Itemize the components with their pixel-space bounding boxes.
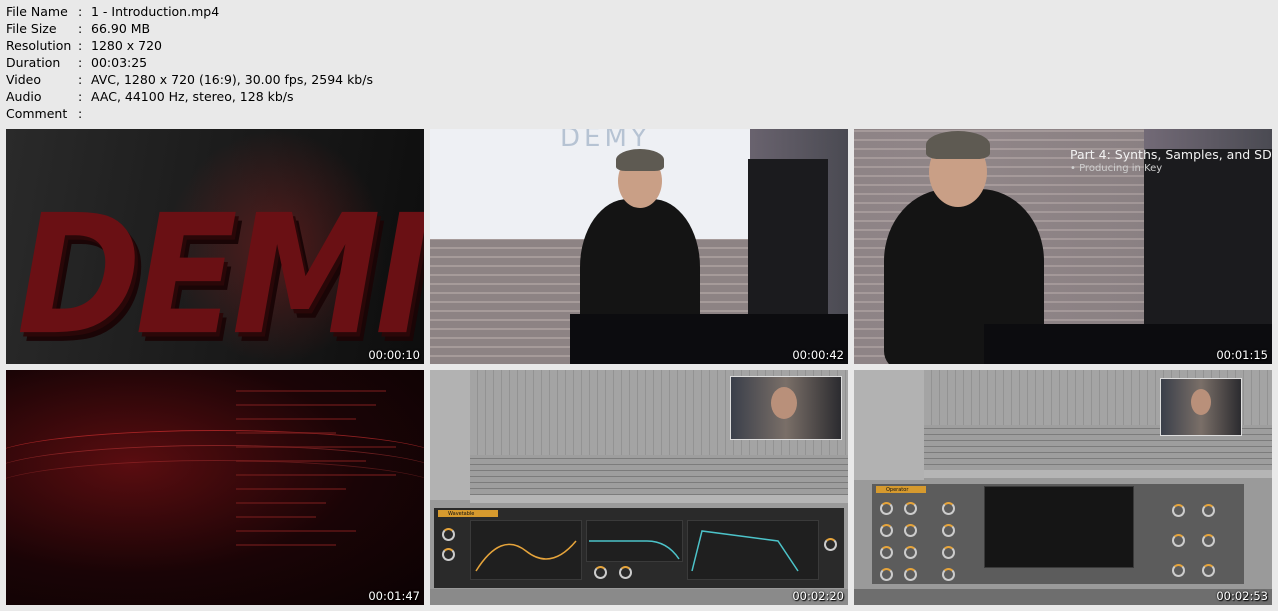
knob[interactable] (619, 566, 632, 579)
envelope-curve (691, 530, 799, 572)
knob[interactable] (942, 502, 955, 515)
wavetable-device: Wavetable (434, 508, 844, 588)
device-name: Operator (886, 487, 909, 493)
timestamp: 00:02:53 (1216, 589, 1268, 603)
resolution-row: Resolution:1280 x 720 (6, 37, 373, 54)
timestamp: 00:00:10 (368, 348, 420, 362)
thumbnail-2[interactable]: DEMY 00:00:42 (430, 129, 848, 364)
separator: : (78, 72, 83, 87)
duration-label: Duration (6, 55, 61, 70)
separator: : (78, 55, 83, 70)
knob[interactable] (904, 568, 917, 581)
knob[interactable] (880, 502, 893, 515)
knob[interactable] (880, 524, 893, 537)
envelope-panel (687, 520, 819, 580)
timestamp: 00:01:47 (368, 589, 420, 603)
webcam-overlay (730, 376, 842, 440)
operator-display (984, 486, 1134, 568)
webcam-overlay (1160, 378, 1242, 436)
knob[interactable] (942, 546, 955, 559)
knob[interactable] (904, 502, 917, 515)
video-value: AVC, 1280 x 720 (16:9), 30.00 fps, 2594 … (91, 72, 373, 87)
timestamp: 00:00:42 (792, 348, 844, 362)
speaker-cabinet (748, 159, 828, 329)
presenter-beanie (926, 131, 990, 159)
knob[interactable] (1172, 564, 1185, 577)
webcam-person (771, 387, 797, 419)
slide-title: Part 4: Synths, Samples, and SD (1070, 147, 1272, 162)
oscillator-panel (470, 520, 582, 580)
slide-subtitle: • Producing in Key (1070, 163, 1163, 174)
duration-value: 00:03:25 (91, 55, 148, 70)
thumbnail-6[interactable]: Operator 00:02:53 (854, 370, 1272, 605)
track-column (430, 370, 470, 500)
speaker-cabinet (1144, 149, 1272, 349)
video-row: Video: AVC, 1280 x 720 (16:9), 30.00 fps,… (6, 71, 373, 88)
audio-row: Audio: AAC, 44100 Hz, stereo, 128 kb/s (6, 88, 373, 105)
timeline-ruler (470, 495, 848, 503)
knob[interactable] (1172, 534, 1185, 547)
video-label: Video (6, 72, 42, 87)
knob[interactable] (904, 546, 917, 559)
thumbnail-5[interactable]: Wavetable 00:02:20 (430, 370, 848, 605)
separator: : (78, 4, 83, 19)
knob[interactable] (1202, 534, 1215, 547)
knob[interactable] (1202, 504, 1215, 517)
separator: : (78, 106, 83, 121)
resolution-value: 1280 x 720 (91, 38, 163, 53)
logo-3d-text: DEMIC (6, 180, 424, 364)
audio-label: Audio (6, 89, 42, 104)
knob[interactable] (904, 524, 917, 537)
knob[interactable] (880, 546, 893, 559)
track-column (854, 370, 924, 480)
file-name-row: File Name:1 - Introduction.mp4 (6, 3, 373, 20)
file-size-row: File Size:66.90 MB (6, 20, 373, 37)
duration-row: Duration:00:03:25 (6, 54, 373, 71)
comment-row: Comment: (6, 105, 373, 122)
knob[interactable] (442, 528, 455, 541)
thumbnail-1[interactable]: DEMIC 00:00:10 (6, 129, 424, 364)
status-bar (430, 589, 848, 605)
separator: : (78, 21, 83, 36)
separator: : (78, 38, 83, 53)
knob[interactable] (594, 566, 607, 579)
faded-text-lines (236, 390, 406, 558)
filter-curve (589, 540, 680, 560)
timeline-ruler (924, 470, 1272, 478)
separator: : (78, 89, 83, 104)
status-bar (854, 589, 1272, 605)
knob[interactable] (1202, 564, 1215, 577)
arrangement-lanes (470, 455, 848, 500)
file-size-value: 66.90 MB (91, 21, 151, 36)
resolution-label: Resolution (6, 38, 72, 53)
device-name: Wavetable (448, 511, 475, 517)
timestamp: 00:01:15 (1216, 348, 1268, 362)
knob[interactable] (824, 538, 837, 551)
knob[interactable] (1172, 504, 1185, 517)
wave-curve (475, 540, 577, 572)
file-name-label: File Name (6, 4, 68, 19)
operator-device: Operator (872, 484, 1244, 584)
file-size-label: File Size (6, 21, 57, 36)
audio-value: AAC, 44100 Hz, stereo, 128 kb/s (91, 89, 294, 104)
timestamp: 00:02:20 (792, 589, 844, 603)
filter-panel (586, 520, 683, 562)
knob[interactable] (442, 548, 455, 561)
thumbnail-4[interactable]: 00:01:47 (6, 370, 424, 605)
knob[interactable] (942, 568, 955, 581)
presenter-beanie (616, 149, 664, 171)
file-name-value: 1 - Introduction.mp4 (91, 4, 220, 19)
file-info: File Name:1 - Introduction.mp4 File Size… (6, 3, 373, 122)
webcam-person (1191, 389, 1211, 415)
comment-label: Comment (6, 106, 68, 121)
knob[interactable] (880, 568, 893, 581)
knob[interactable] (942, 524, 955, 537)
thumbnail-3[interactable]: Part 4: Synths, Samples, and SD • Produc… (854, 129, 1272, 364)
